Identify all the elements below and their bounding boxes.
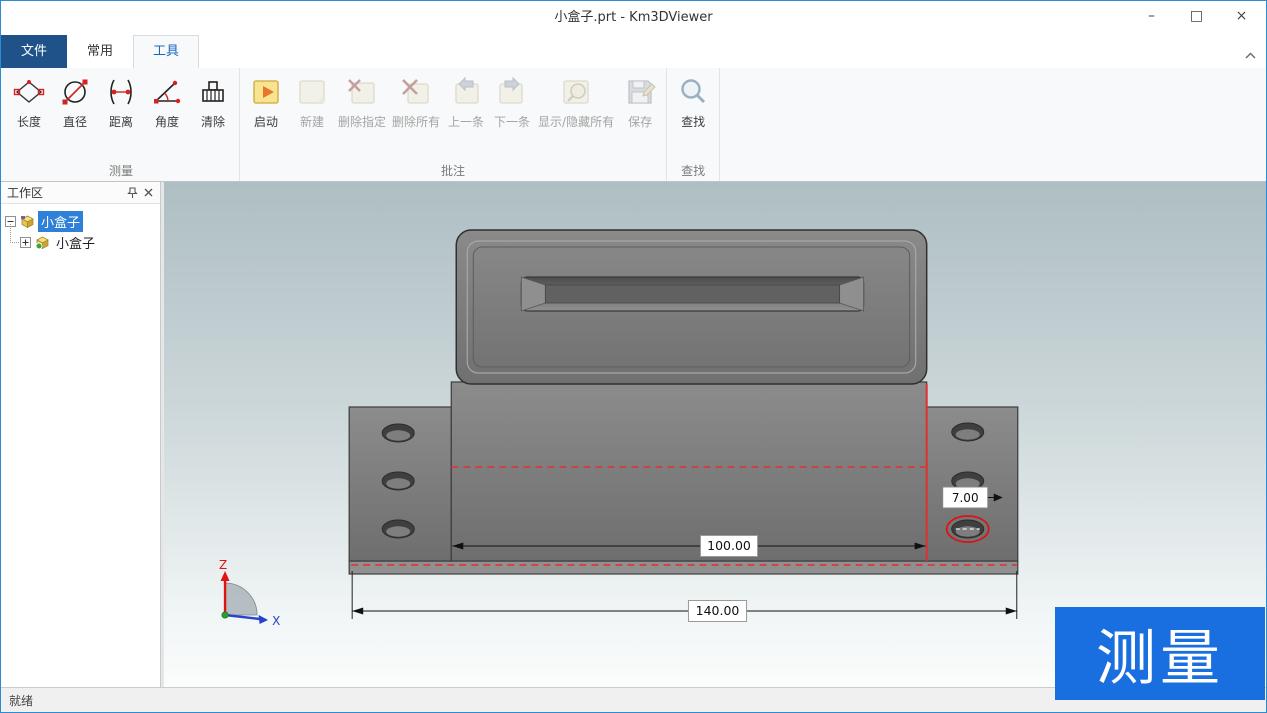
distance-button-label: 距离 [109,113,133,130]
save-annotation-button[interactable]: 保存 [617,71,663,134]
ribbon: 长度 直径 距离 角度 [1,68,1266,182]
tab-tools[interactable]: 工具 [133,35,199,68]
part-node-icon [19,214,35,230]
dimension-overall-width[interactable]: 140.00 [352,571,1017,622]
length-measure-icon [12,75,46,109]
delete-selected-icon [345,75,379,109]
tree-row-child[interactable]: 小盒子 [20,232,156,253]
length-button-label: 长度 [17,113,41,130]
start-annotation-button[interactable]: 启动 [243,71,289,134]
delete-all-button[interactable]: 删除所有 [389,71,443,134]
window-title: 小盒子.prt - Km3DViewer [1,1,1266,35]
ribbon-group-measure: 长度 直径 距离 角度 [3,68,240,181]
angle-button-label: 角度 [155,113,179,130]
show-hide-all-label: 显示/隐藏所有 [538,113,614,130]
delete-all-icon [399,75,433,109]
ribbon-tab-row: 文件 常用 工具 [1,35,1266,68]
x-axis-label: X [272,614,280,628]
diameter-measure-icon [58,75,92,109]
find-group-label: 查找 [667,162,719,179]
workspace-panel-title: 工作区 [7,184,124,201]
tree-row-root[interactable]: 小盒子 [5,211,156,232]
measure-group-label: 测量 [3,162,239,179]
previous-annotation-label: 上一条 [448,113,484,130]
close-button[interactable]: × [1219,1,1264,35]
clear-button-label: 清除 [201,113,225,130]
diameter-button-label: 直径 [63,113,87,130]
distance-measure-icon [104,75,138,109]
length-button[interactable]: 长度 [6,71,52,134]
dimension-body-width-label[interactable]: 100.00 [707,538,751,553]
clear-button[interactable]: 清除 [190,71,236,134]
next-annotation-icon [495,75,529,109]
dimension-hole-label[interactable]: 7.00 [952,491,979,505]
tab-file[interactable]: 文件 [1,35,67,68]
app-window: 小盒子.prt - Km3DViewer – □ × 文件 常用 工具 长度 [0,0,1267,713]
dimension-overall-width-label[interactable]: 140.00 [696,603,740,618]
close-panel-icon[interactable] [140,185,156,201]
start-annotation-icon [249,75,283,109]
diameter-button[interactable]: 直径 [52,71,98,134]
title-bar: 小盒子.prt - Km3DViewer – □ × [1,1,1266,35]
distance-button[interactable]: 距离 [98,71,144,134]
workspace-panel-header: 工作区 [1,182,160,204]
new-annotation-label: 新建 [300,113,324,130]
previous-annotation-button[interactable]: 上一条 [443,71,489,134]
start-annotation-label: 启动 [254,113,278,130]
save-annotation-icon [623,75,657,109]
new-annotation-icon [295,75,329,109]
next-annotation-button[interactable]: 下一条 [489,71,535,134]
show-hide-all-icon [559,75,593,109]
minimize-button[interactable]: – [1129,1,1174,35]
angle-button[interactable]: 角度 [144,71,190,134]
measure-overlay: 测量 [1055,607,1265,700]
tree-node-root-label[interactable]: 小盒子 [38,211,83,232]
maximize-button[interactable]: □ [1174,1,1219,35]
delete-selected-label: 删除指定 [338,113,386,130]
clear-measure-icon [196,75,230,109]
pin-panel-icon[interactable] [124,185,140,201]
previous-annotation-icon [449,75,483,109]
find-button-label: 查找 [681,113,705,130]
axes-triad: Z X [219,558,280,628]
show-hide-all-button[interactable]: 显示/隐藏所有 [535,71,617,134]
workspace-panel: 工作区 小盒子 [1,182,161,687]
delete-all-label: 删除所有 [392,113,440,130]
tab-common[interactable]: 常用 [67,35,133,68]
window-controls: – □ × [1129,1,1264,35]
ribbon-group-find: 查找 查找 [667,68,720,181]
find-button[interactable]: 查找 [670,71,716,134]
find-icon [676,75,710,109]
z-axis-label: Z [219,558,227,572]
annotation-group-label: 批注 [240,162,666,179]
save-annotation-label: 保存 [628,113,652,130]
expand-node-icon[interactable] [20,237,31,248]
ribbon-group-annotation: 启动 新建 删除指定 [240,68,667,181]
next-annotation-label: 下一条 [494,113,530,130]
model-tree: 小盒子 小盒子 [1,204,160,687]
assembly-node-icon [34,235,50,251]
angle-measure-icon [150,75,184,109]
tree-node-child-label[interactable]: 小盒子 [53,232,98,253]
measure-overlay-label: 测量 [1096,610,1224,697]
model-part[interactable] [349,230,1018,574]
status-text: 就绪 [9,692,33,709]
delete-selected-button[interactable]: 删除指定 [335,71,389,134]
collapse-ribbon-icon[interactable] [1242,47,1258,63]
new-annotation-button[interactable]: 新建 [289,71,335,134]
